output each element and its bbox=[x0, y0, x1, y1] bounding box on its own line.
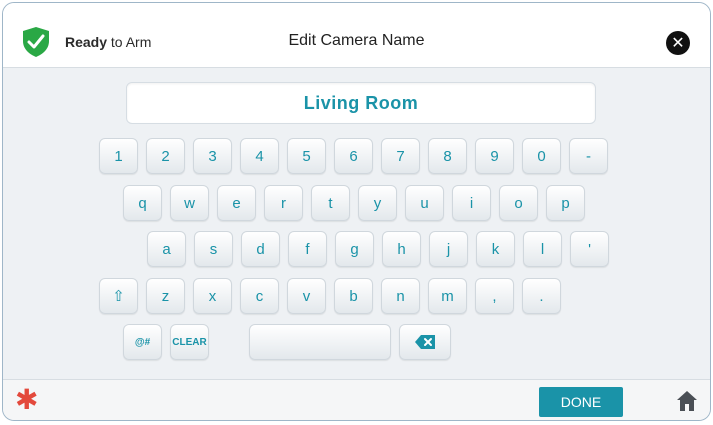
key-a[interactable]: a bbox=[147, 231, 186, 267]
close-button[interactable]: ✕ bbox=[666, 31, 690, 55]
key-y[interactable]: y bbox=[358, 185, 397, 221]
alert-asterisk-icon[interactable]: ✱ bbox=[15, 386, 38, 414]
key-dash[interactable]: - bbox=[569, 138, 608, 174]
header-bar: Ready to Arm Edit Camera Name ✕ bbox=[3, 3, 710, 68]
key-i[interactable]: i bbox=[452, 185, 491, 221]
footer-bar: ✱ DONE bbox=[3, 379, 710, 420]
key-4[interactable]: 4 bbox=[240, 138, 279, 174]
key-9[interactable]: 9 bbox=[475, 138, 514, 174]
backspace-icon bbox=[415, 335, 435, 349]
symbols-key[interactable]: @# bbox=[123, 324, 162, 360]
key-0[interactable]: 0 bbox=[522, 138, 561, 174]
keyboard-row-numbers: 1 2 3 4 5 6 7 8 9 0 - bbox=[99, 138, 608, 174]
key-q[interactable]: q bbox=[123, 185, 162, 221]
key-3[interactable]: 3 bbox=[193, 138, 232, 174]
key-u[interactable]: u bbox=[405, 185, 444, 221]
key-h[interactable]: h bbox=[382, 231, 421, 267]
key-x[interactable]: x bbox=[193, 278, 232, 314]
key-2[interactable]: 2 bbox=[146, 138, 185, 174]
backspace-key[interactable] bbox=[399, 324, 451, 360]
key-j[interactable]: j bbox=[429, 231, 468, 267]
keyboard-row-zxcv: ⇧ z x c v b n m , . bbox=[99, 278, 561, 314]
shift-key[interactable]: ⇧ bbox=[99, 278, 138, 314]
key-7[interactable]: 7 bbox=[381, 138, 420, 174]
camera-name-input[interactable]: Living Room bbox=[126, 82, 596, 124]
done-button[interactable]: DONE bbox=[539, 387, 623, 417]
key-s[interactable]: s bbox=[194, 231, 233, 267]
key-l[interactable]: l bbox=[523, 231, 562, 267]
key-period[interactable]: . bbox=[522, 278, 561, 314]
key-d[interactable]: d bbox=[241, 231, 280, 267]
key-r[interactable]: r bbox=[264, 185, 303, 221]
key-f[interactable]: f bbox=[288, 231, 327, 267]
space-key[interactable] bbox=[249, 324, 391, 360]
key-z[interactable]: z bbox=[146, 278, 185, 314]
keyboard-row-qwerty: q w e r t y u i o p bbox=[123, 185, 585, 221]
key-b[interactable]: b bbox=[334, 278, 373, 314]
key-k[interactable]: k bbox=[476, 231, 515, 267]
key-p[interactable]: p bbox=[546, 185, 585, 221]
app-window: Ready to Arm Edit Camera Name ✕ Living R… bbox=[2, 2, 711, 421]
key-c[interactable]: c bbox=[240, 278, 279, 314]
key-o[interactable]: o bbox=[499, 185, 538, 221]
key-5[interactable]: 5 bbox=[287, 138, 326, 174]
keyboard-row-bottom: @# CLEAR bbox=[123, 324, 451, 360]
keyboard-row-asdf: a s d f g h j k l ' bbox=[147, 231, 609, 267]
key-v[interactable]: v bbox=[287, 278, 326, 314]
clear-key[interactable]: CLEAR bbox=[170, 324, 209, 360]
key-t[interactable]: t bbox=[311, 185, 350, 221]
key-w[interactable]: w bbox=[170, 185, 209, 221]
key-comma[interactable]: , bbox=[475, 278, 514, 314]
key-8[interactable]: 8 bbox=[428, 138, 467, 174]
page-title: Edit Camera Name bbox=[288, 32, 425, 49]
key-e[interactable]: e bbox=[217, 185, 256, 221]
key-n[interactable]: n bbox=[381, 278, 420, 314]
key-apostrophe[interactable]: ' bbox=[570, 231, 609, 267]
home-icon[interactable] bbox=[676, 390, 698, 412]
key-m[interactable]: m bbox=[428, 278, 467, 314]
key-1[interactable]: 1 bbox=[99, 138, 138, 174]
key-6[interactable]: 6 bbox=[334, 138, 373, 174]
key-g[interactable]: g bbox=[335, 231, 374, 267]
